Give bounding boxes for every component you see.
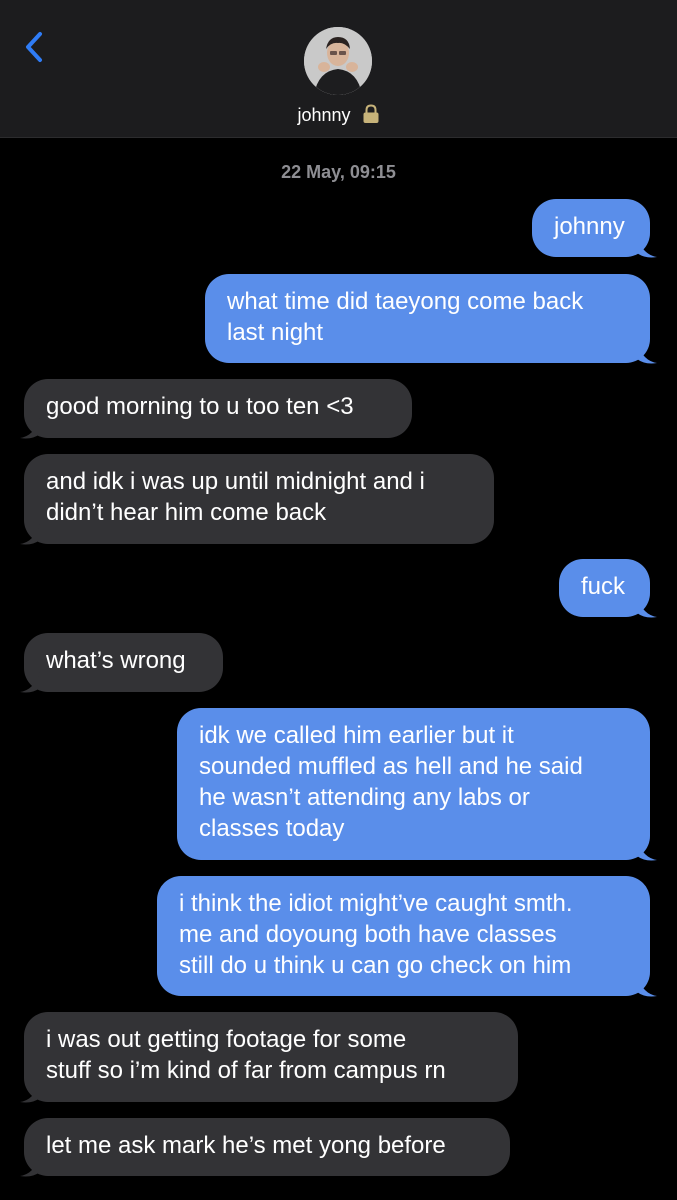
bubble-tail <box>637 237 657 258</box>
incoming-message[interactable]: and idk i was up until midnight and i di… <box>24 454 494 544</box>
bubble-tail <box>637 976 657 997</box>
back-button[interactable] <box>18 28 50 68</box>
contact-name: johnny <box>297 105 351 125</box>
message-timestamp: 22 May, 09:15 <box>281 162 396 182</box>
incoming-message[interactable]: what’s wrong <box>24 633 223 692</box>
bubble-tail <box>20 418 40 439</box>
bubble-tail <box>20 672 40 693</box>
bubble-tail <box>637 840 657 861</box>
contact-name-row[interactable]: johnny <box>0 104 677 129</box>
avatar[interactable] <box>304 27 372 95</box>
bubble-tail <box>637 597 657 618</box>
avatar-photo <box>304 27 372 95</box>
incoming-message[interactable]: i was out getting footage for some stuff… <box>24 1012 518 1102</box>
bubble-tail <box>20 524 40 545</box>
bubble-tail <box>20 1082 40 1103</box>
outgoing-message[interactable]: idk we called him earlier but it sounded… <box>177 708 650 860</box>
conversation-header: johnny <box>0 0 677 138</box>
incoming-message[interactable]: good morning to u too ten <3 <box>24 379 412 438</box>
outgoing-message[interactable]: what time did taeyong come back last nig… <box>205 274 650 363</box>
bubble-tail <box>637 343 657 364</box>
chevron-left-icon <box>26 32 42 62</box>
outgoing-message[interactable]: johnny <box>532 199 650 257</box>
incoming-message[interactable]: let me ask mark he’s met yong before <box>24 1118 510 1176</box>
outgoing-message[interactable]: i think the idiot might’ve caught smth. … <box>157 876 650 996</box>
bubble-tail <box>20 1156 40 1177</box>
lock-icon <box>362 104 380 129</box>
